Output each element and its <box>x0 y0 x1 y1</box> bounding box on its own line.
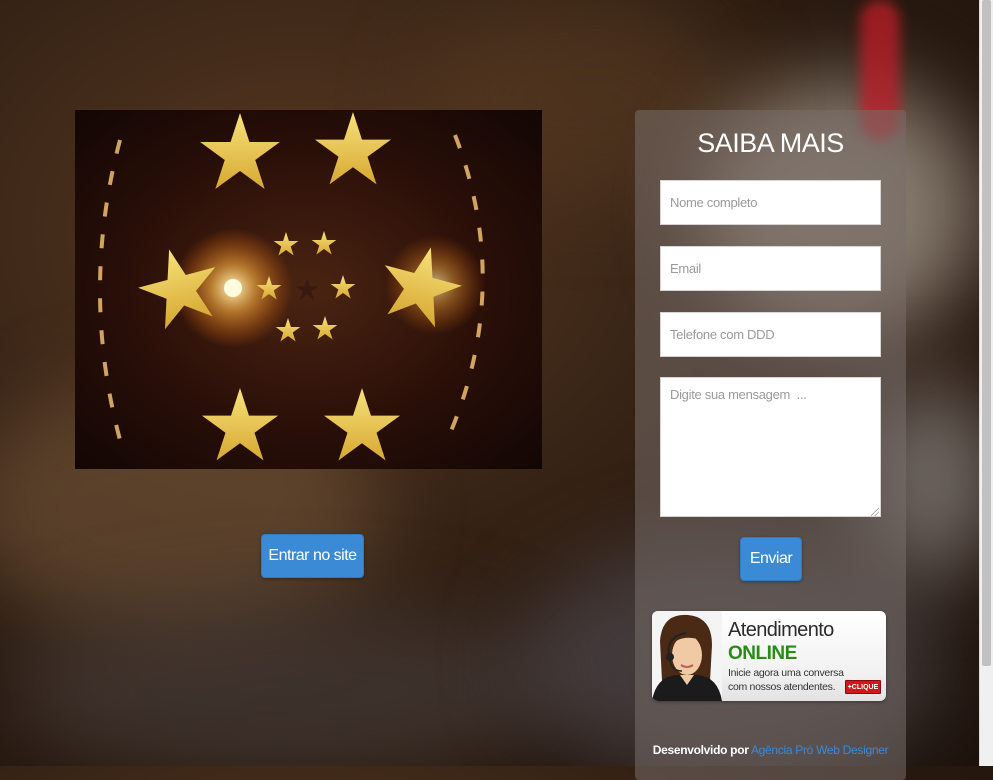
enter-site-button[interactable]: Entrar no site <box>261 534 364 578</box>
support-agent-avatar-icon <box>652 611 722 701</box>
hero-stars-image <box>75 110 542 469</box>
agency-link[interactable]: Agência Pró Web Designer <box>751 743 889 757</box>
footer-credit: Desenvolvido por Agência Pró Web Designe… <box>635 743 906 757</box>
name-input[interactable] <box>660 180 881 225</box>
vertical-scrollbar[interactable] <box>979 0 993 766</box>
chat-title: Atendimento <box>728 619 834 641</box>
chat-description-line2: com nossos atendentes. <box>728 681 836 693</box>
chat-status: ONLINE <box>728 643 797 664</box>
send-button[interactable]: Enviar <box>740 537 802 581</box>
message-textarea[interactable] <box>660 377 881 517</box>
phone-input[interactable] <box>660 312 881 357</box>
form-title: SAIBA MAIS <box>697 128 844 158</box>
chat-description-line1: Inicie agora uma conversa <box>728 667 844 679</box>
online-chat-banner[interactable]: Atendimento ONLINE Inicie agora uma conv… <box>652 611 886 701</box>
textarea-resize-handle[interactable] <box>871 508 879 516</box>
contact-form-panel: SAIBA MAIS Enviar Atendimento ONLINE Ini… <box>635 110 906 780</box>
footer-prefix: Desenvolvido por <box>652 743 749 757</box>
email-input[interactable] <box>660 246 881 291</box>
scrollbar-thumb[interactable] <box>982 0 991 666</box>
click-badge[interactable]: +CLIQUE <box>845 680 881 694</box>
